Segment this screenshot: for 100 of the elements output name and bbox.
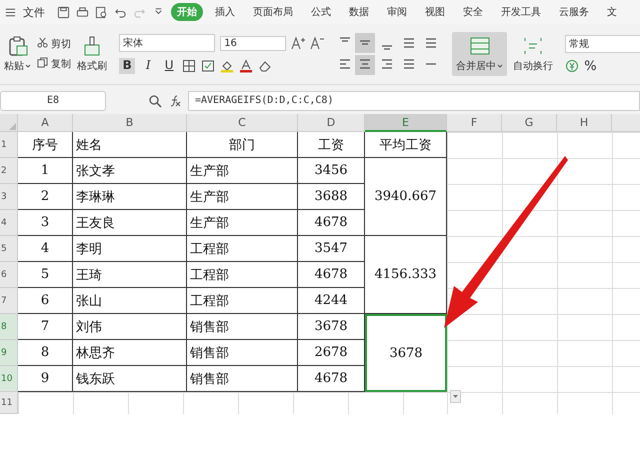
table-cell: 工程部 [187, 288, 298, 314]
dropdown-button[interactable] [450, 390, 461, 403]
row-header[interactable]: 5 [0, 236, 18, 262]
font-color-icon[interactable] [239, 59, 254, 73]
table-cell: 4678 [298, 210, 365, 236]
caret-icon [497, 63, 504, 69]
table-cell: 林思齐 [73, 340, 187, 366]
row-header[interactable]: 8 [0, 314, 18, 340]
cut-button[interactable]: 剪切 [37, 37, 72, 51]
table-cell[interactable]: 4156.333 [365, 236, 447, 314]
table-cell: 工程部 [187, 262, 298, 288]
table-cell: 6 [18, 288, 73, 314]
table-cell: 生产部 [187, 210, 298, 236]
paste-button[interactable]: 粘贴 [4, 59, 31, 73]
row-header[interactable]: 6 [0, 262, 18, 288]
percent-button[interactable]: % [584, 58, 597, 74]
currency-icon[interactable] [565, 59, 580, 73]
italic-button[interactable]: I [140, 58, 156, 74]
table-cell: 销售部 [187, 340, 298, 366]
table-cell: 李琳琳 [73, 184, 187, 210]
table-cell: 工资 [298, 132, 365, 158]
column-header[interactable]: D [298, 114, 365, 132]
caret-icon [25, 63, 31, 69]
table-cell[interactable]: 3940.667 [365, 158, 447, 236]
name-box[interactable]: E8 [0, 91, 106, 111]
font-size-field[interactable]: 16 [220, 36, 286, 50]
ribbon-tab[interactable]: 安全 [457, 3, 489, 21]
column-header[interactable]: B [73, 114, 187, 132]
file-menu[interactable]: 文件 [23, 4, 45, 20]
grow-font-icon[interactable] [291, 36, 306, 50]
ribbon-tab[interactable]: 数据 [343, 3, 375, 21]
ribbon-tab[interactable]: 视图 [419, 3, 451, 21]
underline-button[interactable]: U [161, 58, 178, 74]
ribbon-tab[interactable]: 开发工具 [495, 3, 547, 21]
ribbon-tab[interactable]: 审阅 [381, 3, 413, 21]
row-header[interactable]: 1 [0, 132, 18, 158]
row-header[interactable]: 9 [0, 340, 18, 366]
column-header[interactable]: H [557, 114, 612, 132]
table-cell: 2678 [298, 340, 365, 366]
font-name-field[interactable]: 宋体 [119, 34, 216, 52]
table-cell: 3688 [298, 184, 365, 210]
shrink-font-icon[interactable] [310, 36, 324, 50]
row-header[interactable]: 3 [0, 184, 18, 210]
merge-cells-icon [468, 35, 491, 57]
copy-button[interactable]: 复制 [37, 57, 72, 71]
table-cell: 8 [18, 340, 73, 366]
table-cell: 3678 [298, 314, 365, 340]
wrap-text-button[interactable]: 自动换行 [513, 59, 554, 73]
format-painter-button[interactable]: 格式刷 [77, 59, 108, 73]
table-cell: 销售部 [187, 366, 298, 392]
column-header[interactable]: G [502, 114, 557, 132]
ribbon-tab[interactable]: 云服务 [553, 3, 595, 21]
bold-button[interactable]: B [119, 58, 136, 74]
ribbon-tab[interactable]: 插入 [209, 3, 241, 21]
fill-color-icon[interactable] [220, 59, 234, 73]
column-header[interactable]: C [187, 114, 298, 132]
scissors-icon [37, 37, 48, 48]
ribbon-tab[interactable]: 公式 [305, 3, 337, 21]
zoom-icon[interactable] [148, 94, 162, 108]
table-cell: 3547 [298, 236, 365, 262]
clipboard-icon [6, 35, 28, 57]
table-cell: 钱东跃 [73, 366, 187, 392]
column-header[interactable]: F [447, 114, 502, 132]
eraser-icon[interactable] [258, 59, 272, 73]
row-header[interactable]: 7 [0, 288, 18, 314]
table-cell: 7 [18, 314, 73, 340]
table-cell: 4678 [298, 366, 365, 392]
table-cell: 4 [18, 236, 73, 262]
table-cell: 1 [18, 158, 73, 184]
table-cell: 李明 [73, 236, 187, 262]
row-header[interactable]: 4 [0, 210, 18, 236]
wrap-text-icon [522, 35, 544, 57]
row-header[interactable]: 10 [0, 366, 18, 392]
table-cell: 张山 [73, 288, 187, 314]
row-header[interactable]: 11 [0, 392, 18, 414]
ribbon-tab[interactable]: 文 [601, 3, 623, 21]
ribbon-tab[interactable]: 页面布局 [247, 3, 299, 21]
preview-icon[interactable] [95, 6, 108, 18]
table-cell[interactable]: 3678 [365, 314, 447, 392]
table-cell: 姓名 [73, 132, 187, 158]
merge-center-button[interactable]: 合并居中 [452, 32, 508, 76]
menu-icon[interactable] [4, 6, 17, 18]
column-header[interactable]: A [18, 114, 73, 132]
copy-icon [37, 57, 48, 68]
save-icon[interactable] [57, 6, 70, 18]
corner-triangle-icon [7, 121, 17, 131]
function-icon[interactable] [168, 94, 182, 108]
table-cell: 销售部 [187, 314, 298, 340]
table-cell: 5 [18, 262, 73, 288]
cell-fill-icon[interactable] [201, 59, 216, 73]
print-icon[interactable] [76, 6, 89, 18]
formula-field[interactable]: =AVERAGEIFS(D:D,C:C,C8) [188, 91, 640, 111]
table-cell: 生产部 [187, 184, 298, 210]
border-icon[interactable] [182, 59, 196, 73]
table-cell: 3456 [298, 158, 365, 184]
number-format-field[interactable]: 常规 [565, 34, 640, 52]
table-cell: 部门 [187, 132, 298, 158]
row-header[interactable]: 2 [0, 158, 18, 184]
table-cell: 张文孝 [73, 158, 187, 184]
table-cell: 王友良 [73, 210, 187, 236]
